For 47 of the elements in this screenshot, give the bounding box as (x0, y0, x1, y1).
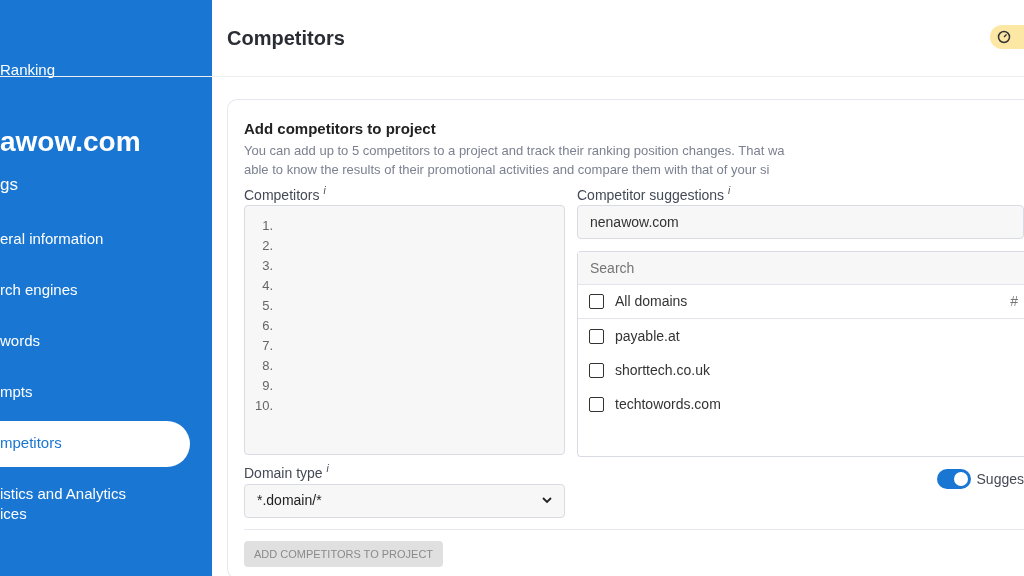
line-number: 3. (261, 257, 273, 276)
line-number: 4. (261, 277, 273, 296)
checkbox[interactable] (589, 294, 604, 310)
checkbox[interactable] (589, 328, 604, 344)
line-number: 10. (253, 397, 273, 416)
info-mark: i (728, 184, 731, 196)
sidebar-item[interactable]: istics and Analytics ices (0, 472, 190, 518)
column-header: # (1010, 292, 1018, 312)
line-number: 7. (261, 337, 273, 356)
line-number: 1. (261, 217, 273, 236)
toggle-label: Sugges (976, 470, 1024, 490)
domain-label: techtowords.com (615, 394, 721, 414)
domain-type-select[interactable]: *.domain/* (244, 483, 565, 518)
description-text: able to know the results of their promotional activities and compare them with that of your si (244, 160, 771, 179)
select-value: *.domain/* (257, 491, 322, 511)
line-number: 6. (261, 317, 273, 336)
app-title: Ranking (0, 61, 56, 78)
checkbox[interactable] (589, 362, 604, 378)
gauge-icon (997, 30, 1011, 44)
domain-field[interactable]: nenawow.com (577, 205, 1024, 240)
sidebar-item[interactable]: mpetitors (0, 421, 190, 467)
sidebar-item[interactable]: mpts (0, 370, 190, 416)
chevron-down-icon (542, 497, 552, 505)
line-number: 2. (261, 237, 273, 256)
domain-label: shorttech.co.uk (615, 360, 710, 380)
description-text: You can add up to 5 competitors to a project and track their ranking position changes. That wa (244, 141, 786, 160)
field-label: Competitors (244, 186, 320, 203)
line-number: 9. (261, 377, 273, 396)
search-field[interactable]: Search (578, 252, 1024, 286)
section-heading: gs (0, 175, 18, 194)
sidebar-item[interactable]: words (0, 319, 190, 365)
competitors-textarea[interactable]: 1. 2. 3. 4. 5. 6. 7. 8. 9. 10. (244, 205, 565, 456)
info-mark: i (323, 184, 326, 196)
line-number: 8. (261, 357, 273, 376)
toggle-switch[interactable] (936, 469, 971, 490)
field-label: Domain type (244, 464, 323, 481)
project-name: awow.com (0, 128, 142, 156)
sidebar-item[interactable]: eral information (0, 217, 190, 263)
sidebar-item[interactable]: rch engines (0, 268, 190, 314)
checkbox-label: All domains (615, 292, 689, 312)
info-mark: i (326, 463, 329, 475)
card-title: Add competitors to project (244, 119, 437, 139)
checkbox[interactable] (589, 396, 604, 412)
line-number: 5. (261, 297, 273, 316)
page-title: Competitors (227, 26, 345, 50)
domain-label: payable.at (615, 326, 680, 346)
field-label: Competitor suggestions (577, 186, 725, 203)
